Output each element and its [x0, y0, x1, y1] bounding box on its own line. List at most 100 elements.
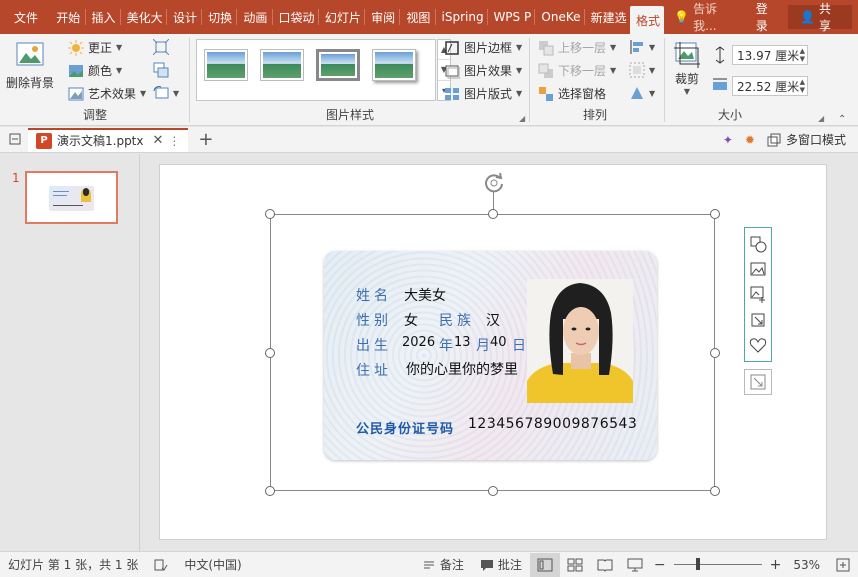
image-crop-icon[interactable]: [749, 285, 767, 304]
spinner-arrows-icon[interactable]: ▲ ▼: [800, 47, 807, 63]
language-button[interactable]: 中文(中国): [176, 556, 249, 573]
rotate-icon: [631, 87, 643, 99]
group-button[interactable]: ▼: [629, 62, 655, 78]
crop-button[interactable]: 裁剪 ▼: [670, 40, 704, 96]
tab-9[interactable]: 审阅: [365, 0, 399, 34]
tab-6[interactable]: 动画: [237, 0, 271, 34]
picture-effects-button[interactable]: 图片效果 ▼: [444, 62, 522, 79]
share-button[interactable]: 👤 共享: [788, 2, 852, 33]
tab-1[interactable]: 开始: [50, 0, 84, 34]
notes-button[interactable]: 备注: [414, 556, 472, 573]
resize-handle-w[interactable]: [265, 348, 275, 358]
zoom-out-icon[interactable]: −: [650, 557, 670, 573]
remove-background-icon: [16, 42, 44, 66]
slideshow-button[interactable]: [620, 553, 650, 577]
resize-handle-e[interactable]: [710, 348, 720, 358]
fit-to-window-button[interactable]: [828, 558, 858, 572]
spell-check-button[interactable]: [146, 558, 176, 572]
width-input[interactable]: 22.52 厘米: [737, 78, 799, 95]
change-picture-button[interactable]: [153, 62, 169, 78]
id-card-image[interactable]: 姓名 大美女 性别 女 民族 汉 出生 2026 年 13 月 40 日 住址 …: [324, 251, 657, 460]
address-field-label: 住址: [356, 363, 392, 379]
dialog-launcher-icon[interactable]: ◢: [818, 114, 824, 123]
resize-arrow-icon[interactable]: [749, 311, 767, 329]
resize-handle-n[interactable]: [488, 209, 498, 219]
tab-3[interactable]: 美化大: [121, 0, 166, 34]
zoom-level[interactable]: 53%: [785, 558, 828, 572]
tab-8[interactable]: 幻灯片: [319, 0, 364, 34]
tab-15[interactable]: 格式: [629, 6, 665, 34]
chevron-down-icon: ▼: [649, 65, 656, 75]
tab-14[interactable]: 新建选: [585, 0, 630, 34]
login-button[interactable]: 登录: [746, 0, 788, 34]
remove-background-button[interactable]: 删除背景: [4, 40, 56, 91]
change-picture-icon: [153, 62, 169, 78]
zoom-in-icon[interactable]: +: [766, 557, 786, 573]
picture-style-1[interactable]: [204, 49, 248, 81]
selection-pane-button[interactable]: 选择窗格: [538, 85, 606, 102]
heart-icon[interactable]: [749, 336, 767, 354]
multi-window-button[interactable]: 多窗口模式: [767, 131, 858, 148]
tab-12[interactable]: WPS P: [487, 0, 534, 34]
zoom-slider[interactable]: [673, 558, 762, 570]
slide-thumbnail[interactable]: [25, 171, 118, 224]
tab-7[interactable]: 口袋动: [273, 0, 318, 34]
picture-layout-button[interactable]: 图片版式 ▼: [444, 85, 522, 102]
zoom-slider-thumb[interactable]: [695, 558, 700, 570]
tell-me-box[interactable]: 💡 告诉我...: [664, 0, 746, 34]
color-button[interactable]: 颜色 ▼: [68, 62, 122, 79]
sun-icon: [68, 39, 84, 56]
tab-2[interactable]: 插入: [85, 0, 119, 34]
resize-handle-ne[interactable]: [710, 209, 720, 219]
corrections-button[interactable]: 更正 ▼: [68, 39, 122, 56]
birth-field-label: 出生: [356, 338, 392, 354]
artistic-effects-label: 艺术效果: [88, 87, 137, 101]
picture-style-3[interactable]: [316, 49, 360, 81]
tab-11[interactable]: iSpring: [436, 0, 487, 34]
height-spinner[interactable]: 13.97 厘米 ▲ ▼: [712, 45, 808, 65]
tab-13[interactable]: OneKe: [535, 0, 583, 34]
picture-border-button[interactable]: 图片边框 ▼: [444, 39, 522, 56]
dialog-launcher-icon[interactable]: ◢: [519, 114, 525, 123]
add-tab-icon[interactable]: +: [198, 129, 213, 150]
height-input[interactable]: 13.97 厘米: [737, 47, 799, 64]
slide-sorter-button[interactable]: [560, 553, 590, 577]
comments-button[interactable]: 批注: [472, 556, 530, 573]
align-button[interactable]: ▼: [629, 39, 655, 55]
picture-style-4[interactable]: [372, 49, 416, 81]
tab-10[interactable]: 视图: [400, 0, 434, 34]
reset-picture-button[interactable]: ▼: [153, 85, 179, 101]
resize-handle-sw[interactable]: [265, 486, 275, 496]
resize-handle-s[interactable]: [488, 486, 498, 496]
bring-forward-button[interactable]: 上移一层 ▼: [538, 39, 616, 56]
more-icon[interactable]: ⋮: [168, 134, 180, 148]
settings-icon[interactable]: ✹: [745, 133, 755, 147]
reading-view-button[interactable]: [590, 553, 620, 577]
slide[interactable]: 姓名 大美女 性别 女 民族 汉 出生 2026 年 13 月 40 日 住址 …: [159, 164, 827, 540]
compress-pictures-button[interactable]: [153, 39, 169, 55]
tab-sync-icon[interactable]: [8, 132, 22, 149]
picture-style-2[interactable]: [260, 49, 304, 81]
rotate-handle-icon[interactable]: [481, 170, 507, 196]
resize-handle-nw[interactable]: [265, 209, 275, 219]
send-backward-button[interactable]: 下移一层 ▼: [538, 62, 616, 79]
chevron-down-icon: ▼: [516, 89, 523, 98]
tab-5[interactable]: 切换: [202, 0, 236, 34]
collapse-ribbon-icon[interactable]: ⌃: [838, 114, 846, 125]
artistic-effects-button[interactable]: 艺术效果 ▼: [68, 85, 146, 102]
picture-layout-label: 图片版式: [464, 87, 513, 101]
shape-icon[interactable]: [749, 235, 767, 253]
document-tab[interactable]: P 演示文稿1.pptx ✕ ⋮: [28, 127, 189, 152]
close-icon[interactable]: ✕: [153, 133, 164, 148]
resize-handle-se[interactable]: [710, 486, 720, 496]
spinner-arrows-icon[interactable]: ▲ ▼: [800, 78, 807, 94]
image-icon[interactable]: [749, 260, 767, 278]
ethnic-field-value: 汉: [486, 313, 500, 329]
tab-4[interactable]: 设计: [167, 0, 201, 34]
normal-view-button[interactable]: [529, 552, 560, 577]
rotate-button[interactable]: ▼: [629, 85, 655, 101]
layout-options-button[interactable]: [744, 369, 772, 395]
width-spinner[interactable]: 22.52 厘米 ▲ ▼: [712, 76, 808, 96]
tab-0[interactable]: 文件: [0, 0, 50, 34]
magic-icon[interactable]: ✦: [723, 133, 733, 147]
